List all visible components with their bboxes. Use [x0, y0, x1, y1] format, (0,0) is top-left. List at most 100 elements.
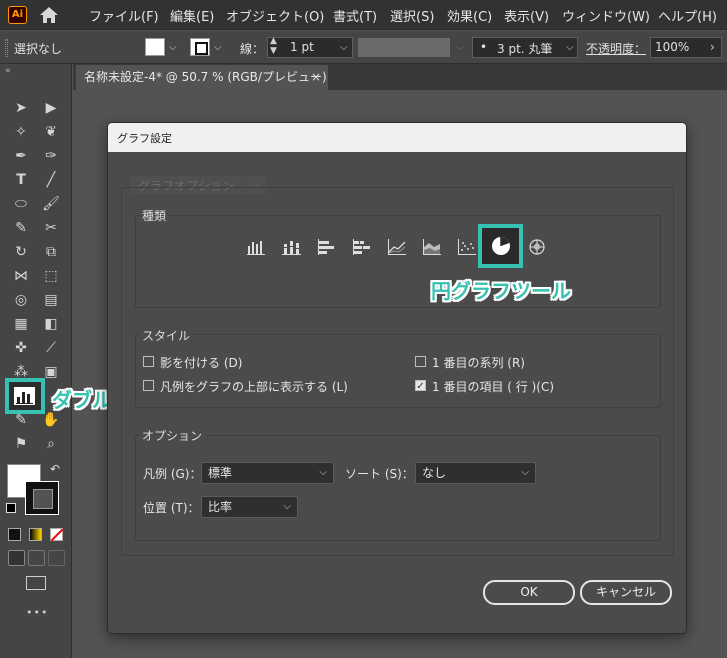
shadow-checkbox[interactable] [143, 356, 154, 367]
paintbrush-icon[interactable]: 🖌 [40, 194, 62, 214]
shape-builder-icon[interactable]: ◎ [10, 290, 32, 310]
dialog-title: グラフ設定 [117, 132, 172, 145]
free-transform-icon[interactable]: ⬚ [40, 266, 62, 286]
radar-graph-icon[interactable] [526, 238, 548, 256]
options-group [135, 435, 661, 541]
grip-handle[interactable] [5, 39, 8, 57]
line-tool-icon[interactable]: ╱ [40, 170, 62, 190]
document-tab[interactable]: 名称未設定-4* @ 50.7 % (RGB/プレビュー) [76, 65, 328, 90]
draw-behind-icon[interactable] [28, 550, 45, 566]
scatter-graph-icon[interactable] [456, 238, 478, 256]
draw-inside-icon[interactable] [48, 550, 65, 566]
opacity-label[interactable]: 不透明度： [586, 40, 646, 57]
scissors-icon[interactable]: ✂ [40, 218, 62, 238]
blend-tool-icon[interactable]: ✜ [10, 338, 32, 358]
menu-window[interactable]: ウィンドウ(W) [562, 6, 650, 25]
pie-tool-annotation: 円グラフツール [431, 279, 571, 303]
menu-view[interactable]: 表示(V) [504, 6, 549, 25]
menu-select[interactable]: 選択(S) [390, 6, 434, 25]
none-mode-icon[interactable] [50, 528, 64, 542]
menu-effect[interactable]: 効果(C) [447, 6, 492, 25]
position-select[interactable]: 比率 ⌵ [201, 496, 298, 518]
none-slash [50, 528, 64, 542]
first-row-label: 1 番目の項目 ( 行 )(C) [432, 380, 554, 394]
menu-edit[interactable]: 編集(E) [170, 6, 214, 25]
menu-file[interactable]: ファイル(F) [89, 6, 159, 25]
chevron-down-icon[interactable]: ⌵ [566, 42, 574, 53]
column-graph-icon[interactable] [246, 238, 268, 256]
sort-select[interactable]: なし ⌵ [415, 462, 536, 484]
brush-value: 3 pt. 丸筆 [497, 42, 553, 56]
brush-dot: • [480, 40, 488, 54]
mesh-tool-icon[interactable]: ▦ [10, 314, 32, 334]
bar-graph-icon[interactable] [316, 238, 338, 256]
first-row-checkbox[interactable]: ✓ [415, 380, 426, 392]
menu-object[interactable]: オブジェクト(O) [226, 6, 324, 25]
lasso-icon[interactable]: ❦ [40, 122, 62, 142]
chevron-down-icon[interactable]: ⌵ [214, 42, 222, 53]
pie-graph-icon[interactable] [489, 234, 513, 258]
cancel-button[interactable]: キャンセル [580, 580, 672, 605]
fill-swatch[interactable] [145, 38, 165, 56]
artboard-flag-icon[interactable]: ⚑ [10, 434, 32, 454]
selection-status: 選択なし [14, 42, 63, 56]
stroke-swatch[interactable] [190, 38, 210, 56]
collapse-icon[interactable]: « [5, 66, 11, 76]
close-tab-icon[interactable]: × [311, 70, 321, 84]
ok-button[interactable]: OK [483, 580, 575, 605]
area-graph-icon[interactable] [421, 238, 443, 256]
zoom-tool-icon[interactable]: ⌕ [40, 434, 62, 454]
more-tools-icon[interactable]: ••• [26, 606, 48, 619]
color-mode-icon[interactable] [8, 528, 21, 541]
chevron-down-icon: ⌵ [319, 467, 327, 478]
menu-type[interactable]: 書式(T) [333, 6, 377, 25]
rotate-tool-icon[interactable]: ↻ [10, 242, 32, 262]
width-tool-icon[interactable]: ⋈ [10, 266, 32, 286]
type-group [135, 215, 661, 308]
shaper-tool-icon[interactable]: ✎ [10, 218, 32, 238]
variable-width-profile[interactable] [358, 38, 450, 57]
home-icon[interactable] [38, 5, 60, 25]
chevron-right-icon[interactable]: › [710, 40, 715, 54]
stroke-color-swatch[interactable] [25, 481, 59, 515]
style-group [135, 334, 661, 408]
position-select-value: 比率 [208, 500, 233, 514]
sort-select-value: なし [422, 466, 447, 480]
selection-tool-icon[interactable]: ➤ [10, 98, 32, 118]
style-group-label: スタイル [139, 327, 194, 344]
scale-tool-icon[interactable]: ⧉ [40, 242, 62, 262]
chevron-down-icon[interactable]: ⌵ [340, 42, 348, 53]
chevron-down-icon[interactable]: ⌵ [456, 42, 464, 53]
swap-icon[interactable]: ↶ [50, 462, 60, 476]
magic-wand-icon[interactable]: ✧ [10, 122, 32, 142]
menu-help[interactable]: ヘルプ(H) [658, 6, 717, 25]
stepper-icon[interactable]: ▲ ▼ [270, 36, 277, 56]
screen-mode-icon[interactable] [26, 576, 46, 590]
chevron-down-icon[interactable]: ⌵ [169, 42, 177, 53]
first-series-label: 1 番目の系列 (R) [432, 356, 525, 370]
column-graph-tool-icon[interactable] [12, 385, 37, 407]
legend-select[interactable]: 標準 ⌵ [201, 462, 334, 484]
stacked-column-graph-icon[interactable] [281, 238, 303, 256]
options-group-label: オプション [139, 427, 206, 444]
legend-select-value: 標準 [208, 466, 233, 480]
pen-tool-icon[interactable]: ✒ [10, 146, 32, 166]
default-colors-icon[interactable] [6, 503, 16, 513]
direct-selection-tool-icon[interactable]: ▶ [40, 98, 62, 118]
gradient-mode-icon[interactable] [29, 528, 42, 541]
curvature-tool-icon[interactable]: ✑ [40, 146, 62, 166]
slice-tool-icon[interactable]: ✎ [10, 410, 32, 430]
hand-tool-icon[interactable]: ✋ [40, 410, 62, 430]
ellipse-tool-icon[interactable]: ⬭ [10, 194, 32, 214]
chevron-down-icon: ⌵ [283, 501, 291, 512]
stacked-bar-graph-icon[interactable] [351, 238, 373, 256]
perspective-grid-icon[interactable]: ▤ [40, 290, 62, 310]
draw-normal-icon[interactable] [8, 550, 25, 566]
line-graph-icon[interactable] [386, 238, 408, 256]
type-tool-icon[interactable]: T [10, 170, 32, 190]
legend-top-checkbox[interactable] [143, 380, 154, 391]
first-series-checkbox[interactable] [415, 356, 426, 367]
gradient-tool-icon[interactable]: ◧ [40, 314, 62, 334]
stroke-weight-value: 1 pt [290, 40, 314, 54]
eyedropper-icon[interactable]: ⟋ [40, 338, 62, 358]
